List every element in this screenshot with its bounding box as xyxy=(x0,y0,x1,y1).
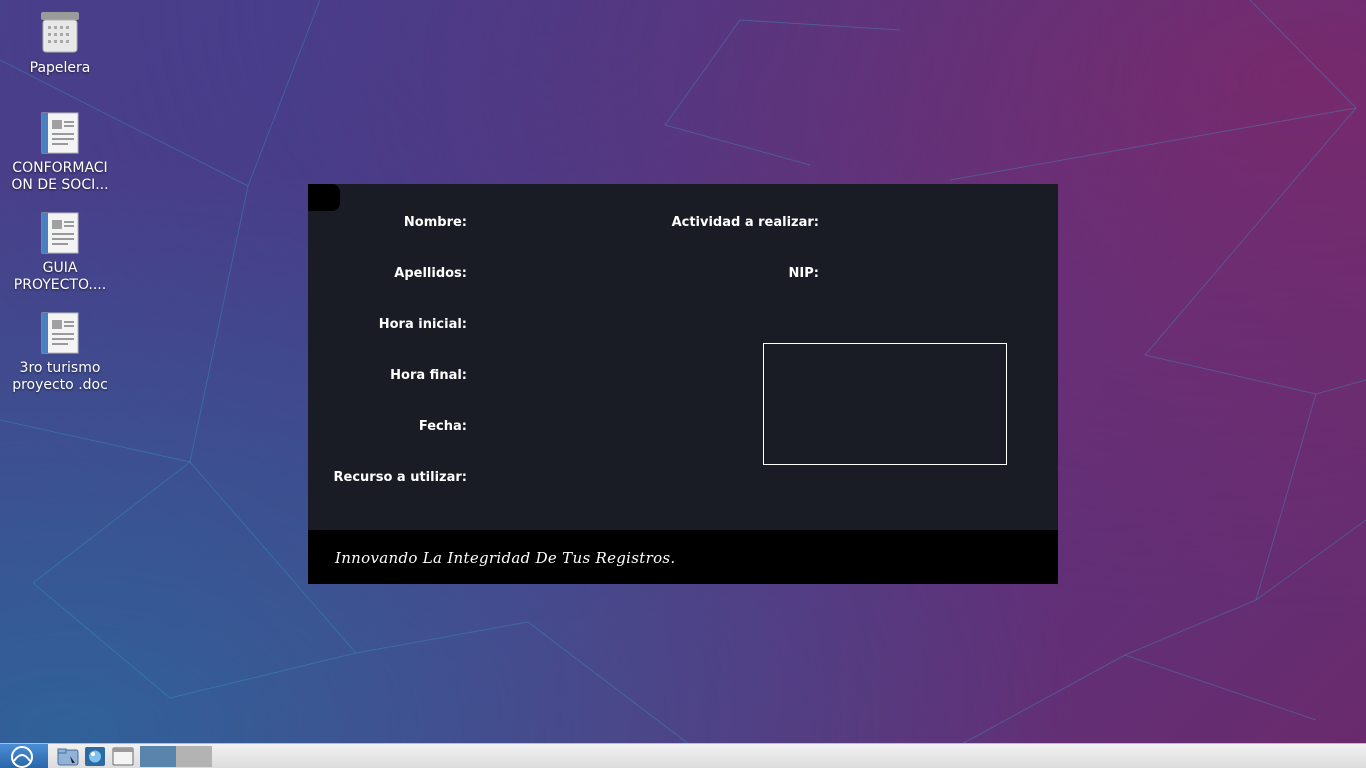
desktop-icon-label: CONFORMACI ON DE SOCI... xyxy=(11,160,109,193)
desktop-icon-label: 3ro turismo proyecto .doc xyxy=(12,360,108,393)
desktop-icon-label: GUIA PROYECTO.... xyxy=(13,260,107,293)
desktop-icon-guia[interactable]: GUIA PROYECTO.... xyxy=(8,212,112,294)
start-menu-icon xyxy=(11,746,33,768)
document-icon xyxy=(41,112,79,154)
label-nombre: Nombre: xyxy=(403,215,467,230)
desktop-icon-conformacion[interactable]: CONFORMACI ON DE SOCI... xyxy=(8,112,112,194)
label-nip: NIP: xyxy=(788,266,819,281)
taskbar-window-2[interactable] xyxy=(176,746,212,767)
window-footer: Innovando La Integridad De Tus Registros… xyxy=(308,530,1058,584)
desktop-icon-turismo[interactable]: 3ro turismo proyecto .doc xyxy=(8,312,112,394)
label-recurso: Recurso a utilizar: xyxy=(333,470,467,485)
desktop-icon-papelera[interactable]: Papelera xyxy=(8,10,112,77)
show-desktop-button[interactable] xyxy=(111,746,135,767)
trash-icon xyxy=(41,12,79,53)
browser-launcher[interactable] xyxy=(83,746,107,767)
window-corner-tab xyxy=(308,184,340,211)
file-manager-launcher[interactable] xyxy=(56,746,80,767)
photo-frame xyxy=(763,343,1007,465)
taskbar-window-1[interactable] xyxy=(140,746,176,767)
start-menu-button[interactable] xyxy=(0,744,48,768)
folder-icon xyxy=(57,748,79,766)
document-icon xyxy=(41,212,79,254)
window-icon xyxy=(112,747,134,766)
label-hora-final: Hora final: xyxy=(390,368,467,383)
label-fecha: Fecha: xyxy=(418,419,467,434)
desktop-icon-label: Papelera xyxy=(29,60,91,76)
registro-window: Nombre: Apellidos: Hora inicial: Hora fi… xyxy=(308,184,1058,584)
browser-icon xyxy=(85,747,105,766)
label-hora-inicial: Hora inicial: xyxy=(378,317,467,332)
document-icon xyxy=(41,312,79,354)
slogan: Innovando La Integridad De Tus Registros… xyxy=(335,549,676,567)
taskbar xyxy=(0,743,1366,768)
label-actividad: Actividad a realizar: xyxy=(671,215,819,230)
label-apellidos: Apellidos: xyxy=(394,266,467,281)
